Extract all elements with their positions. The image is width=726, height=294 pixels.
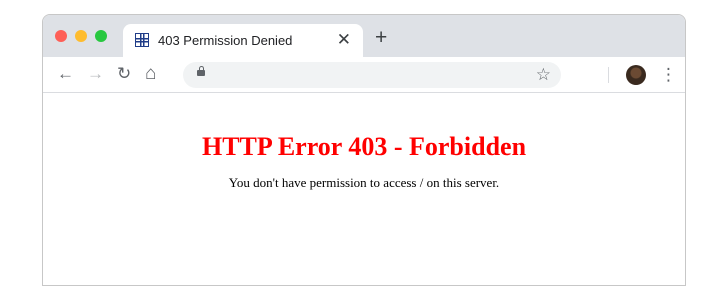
close-window-button[interactable] xyxy=(55,30,67,42)
browser-toolbar: ← → ↻ ⌂ ☆ ⋮ xyxy=(43,57,685,93)
lock-icon[interactable] xyxy=(197,66,205,76)
tab-title: 403 Permission Denied xyxy=(158,33,293,48)
browser-window: 403 Permission Denied ✕ + ← → ↻ ⌂ ☆ ⋮ HT… xyxy=(42,14,686,286)
window-controls xyxy=(55,30,107,42)
profile-avatar[interactable] xyxy=(626,65,646,85)
page-content: HTTP Error 403 - Forbidden You don't hav… xyxy=(43,93,685,285)
tab-strip: 403 Permission Denied ✕ + xyxy=(43,15,685,57)
address-bar[interactable]: ☆ xyxy=(183,62,561,88)
maximize-window-button[interactable] xyxy=(95,30,107,42)
close-tab-icon[interactable]: ✕ xyxy=(337,30,351,50)
tab-403-permission-denied[interactable]: 403 Permission Denied ✕ xyxy=(123,24,363,57)
back-arrow-icon[interactable]: ← xyxy=(57,63,74,85)
home-icon[interactable]: ⌂ xyxy=(145,63,156,85)
error-heading: HTTP Error 403 - Forbidden xyxy=(201,132,527,161)
reload-icon[interactable]: ↻ xyxy=(117,63,131,85)
bookmark-star-icon[interactable]: ☆ xyxy=(536,64,551,86)
more-menu-icon[interactable]: ⋮ xyxy=(660,64,677,86)
error-message: You don't have permission to access / on… xyxy=(228,175,500,190)
new-tab-button[interactable]: + xyxy=(375,27,387,48)
grid-favicon-icon xyxy=(135,33,149,47)
toolbar-divider xyxy=(608,67,609,83)
forward-arrow-icon[interactable]: → xyxy=(87,63,104,85)
minimize-window-button[interactable] xyxy=(75,30,87,42)
